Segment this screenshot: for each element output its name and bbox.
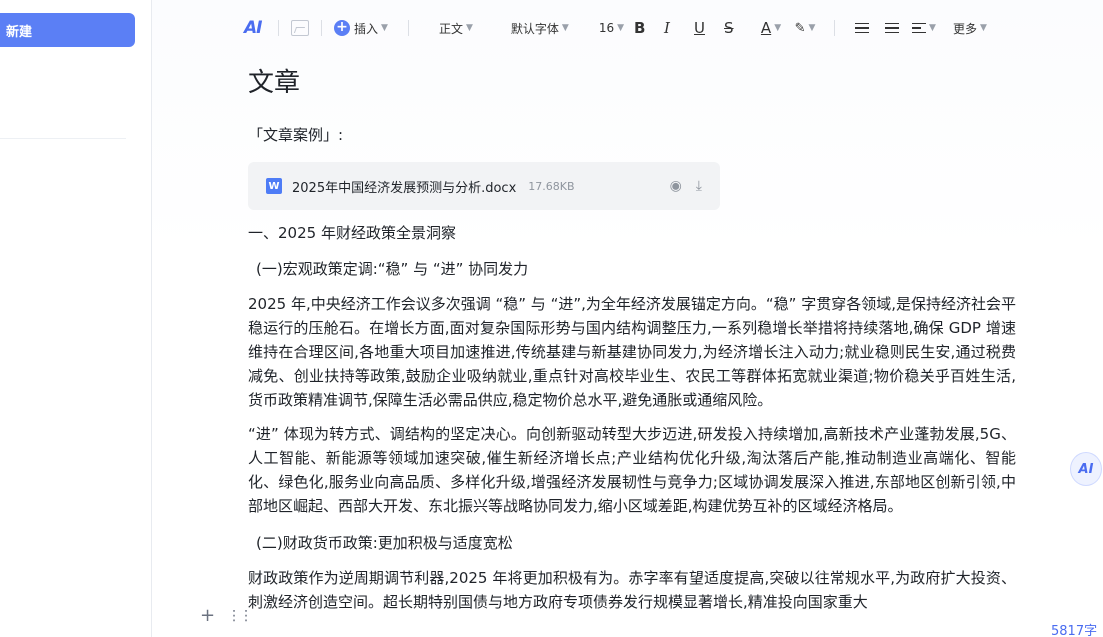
font-color-button[interactable]: A ▼ (754, 14, 788, 42)
add-block-icon[interactable]: + (200, 606, 215, 626)
toolbar-divider (834, 20, 836, 36)
word-file-icon: W (266, 178, 282, 194)
underline-button[interactable]: U (694, 14, 724, 42)
editor-main: AI + 插入 ▼ 正文 ▼ 默认字体 ▼ 16 ▼ B I U S A ▼ ✎… (152, 0, 1103, 637)
paragraph: 2025 年,中央经济工作会议多次强调 “稳” 与 “进”,为全年经济发展锚定方… (248, 295, 1016, 409)
case-label: 「文章案例」: (248, 126, 344, 144)
document-title[interactable]: 文章 (248, 60, 1016, 106)
chevron-down-icon: ▼ (465, 23, 473, 33)
more-label: 更多 (953, 21, 978, 36)
more-menu-button[interactable]: 更多 ▼ (953, 14, 987, 42)
insert-menu-button[interactable]: + 插入 ▼ (334, 14, 388, 42)
align-left-icon (912, 22, 927, 34)
bullet-list-button[interactable] (877, 14, 907, 42)
bold-button[interactable]: B (634, 14, 664, 42)
ai-assistant-button[interactable]: AI (244, 14, 266, 42)
insert-label: 插入 (354, 21, 379, 36)
toolbar-divider (278, 20, 279, 36)
chevron-down-icon: ▼ (980, 23, 987, 33)
insert-image-button[interactable] (291, 14, 309, 42)
paragraph: 财政政策作为逆周期调节利器,2025 年将更加积极有为。赤字率有望适度提高,突破… (248, 569, 1016, 611)
highlight-button[interactable]: ✎ ▼ (788, 14, 822, 42)
attachment-actions: ◉ ⤓ (670, 178, 702, 194)
chevron-down-icon: ▼ (808, 23, 816, 33)
align-button[interactable]: ▼ (907, 14, 941, 42)
file-size: 17.68KB (528, 179, 575, 193)
chevron-down-icon: ▼ (617, 23, 625, 33)
chevron-down-icon: ▼ (929, 23, 936, 33)
file-name: 2025年中国经济发展预测与分析.docx (292, 180, 517, 196)
drag-handle-icon[interactable]: ⋮⋮ (227, 606, 253, 626)
paragraph-style-label: 正文 (438, 21, 463, 36)
download-icon[interactable]: ⤓ (696, 178, 702, 194)
font-size-select[interactable]: 16 ▼ (599, 14, 624, 42)
block-tools: + ⋮⋮ (200, 606, 253, 626)
sidebar: 新建 (0, 0, 152, 637)
ordered-list-icon (855, 22, 870, 34)
italic-button[interactable]: I (664, 14, 694, 42)
subsection-heading: (二)财政货币政策:更加积极与适度宽松 (256, 534, 513, 552)
word-count: 5817字 (1051, 624, 1098, 637)
toolbar-divider (321, 20, 322, 36)
font-size-label: 16 (598, 21, 615, 35)
chevron-down-icon: ▼ (774, 23, 782, 33)
subsection-heading: (一)宏观政策定调:“稳” 与 “进” 协同发力 (256, 260, 529, 278)
section-heading: 一、2025 年财经政策全景洞察 (248, 224, 456, 242)
font-color-icon: A (760, 19, 772, 37)
floating-ai-button[interactable]: AI (1070, 452, 1102, 486)
document-body[interactable]: 文章 「文章案例」: W 2025年中国经济发展预测与分析.docx 17.68… (248, 60, 1016, 614)
paragraph: “进” 体现为转方式、调结构的坚定决心。向创新驱动转型大步迈进,研发投入持续增加… (248, 425, 1016, 515)
font-family-select[interactable]: 默认字体 ▼ (511, 14, 569, 42)
chevron-down-icon: ▼ (561, 23, 569, 33)
new-button[interactable]: 新建 (0, 13, 135, 47)
bullet-list-icon (885, 22, 900, 34)
image-icon (291, 20, 309, 36)
highlighter-icon: ✎ (794, 20, 806, 36)
plus-circle-icon: + (334, 20, 350, 36)
editor-toolbar: AI + 插入 ▼ 正文 ▼ 默认字体 ▼ 16 ▼ B I U S A ▼ ✎… (244, 14, 987, 42)
file-attachment[interactable]: W 2025年中国经济发展预测与分析.docx 17.68KB ◉ ⤓ (248, 162, 720, 210)
sidebar-divider (0, 138, 126, 139)
font-family-label: 默认字体 (510, 21, 559, 36)
toolbar-divider (407, 20, 409, 36)
strikethrough-button[interactable]: S (724, 14, 754, 42)
eye-icon[interactable]: ◉ (670, 178, 682, 194)
ordered-list-button[interactable] (847, 14, 877, 42)
paragraph-style-select[interactable]: 正文 ▼ (439, 14, 473, 42)
chevron-down-icon: ▼ (381, 23, 388, 33)
